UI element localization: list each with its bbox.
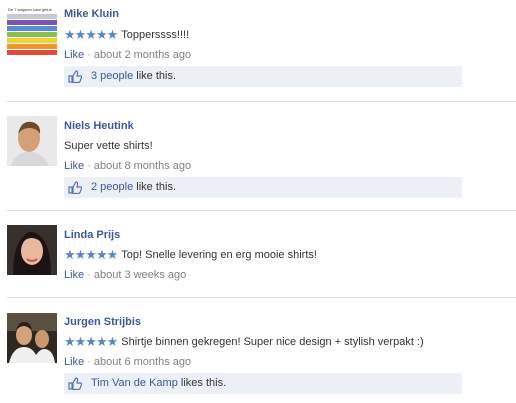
likes-suffix: likes this. [177, 377, 227, 389]
thumbs-up-icon [68, 70, 82, 83]
avatar[interactable] [7, 116, 57, 166]
comment-text: Top! Snelle levering en erg mooie shirts… [121, 249, 317, 261]
like-link[interactable]: Like [64, 356, 84, 368]
likers-link[interactable]: 2 people [91, 181, 133, 193]
timestamp: about 3 weeks ago [93, 269, 187, 281]
author-name[interactable]: Mike Kluin [64, 7, 119, 21]
timestamp: about 2 months ago [93, 49, 192, 61]
separator: · [87, 356, 91, 368]
author-name[interactable]: Jurgen Strijbis [64, 315, 141, 329]
author-name[interactable]: Niels Heutink [64, 119, 134, 133]
like-link[interactable]: Like [64, 269, 84, 281]
separator: · [87, 49, 91, 61]
avatar[interactable]: De 7 stappen naar geluk [7, 6, 57, 56]
comment-text: Shirtje binnen gekregen! Super nice desi… [121, 336, 424, 348]
avatar[interactable] [7, 225, 57, 275]
likes-bar: Tim Van de Kamp likes this. [64, 373, 462, 394]
avatar-caption: De 7 stappen naar geluk [8, 7, 52, 12]
likes-suffix: like this. [133, 70, 177, 82]
comment-text: Topperssss!!!! [121, 29, 190, 41]
comment-item: Jurgen Strijbis ★★★★★ Shirtje binnen gekr… [0, 298, 516, 403]
two-people-photo [7, 313, 57, 363]
avatar[interactable] [7, 313, 57, 363]
likes-bar: 2 people like this. [64, 177, 462, 198]
star-rating-icon: ★★★★★ [64, 27, 118, 42]
author-name[interactable]: Linda Prijs [64, 228, 120, 242]
separator: · [87, 269, 91, 281]
timestamp: about 6 months ago [93, 356, 192, 368]
like-link[interactable]: Like [64, 160, 84, 172]
likes-bar: 3 people like this. [64, 66, 462, 87]
man-portrait-photo [7, 116, 57, 166]
star-rating-icon: ★★★★★ [64, 247, 118, 262]
rainbow-chart-thumbnail: De 7 stappen naar geluk [7, 6, 57, 56]
like-link[interactable]: Like [64, 49, 84, 61]
star-rating-icon: ★★★★★ [64, 334, 118, 349]
comment-item: De 7 stappen naar geluk Mike Kluin ★★★★★… [0, 0, 516, 100]
likers-link[interactable]: 3 people [91, 70, 133, 82]
timestamp: about 8 months ago [93, 160, 192, 172]
separator: · [87, 160, 91, 172]
likers-link[interactable]: Tim Van de Kamp [91, 377, 178, 389]
comment-item: Linda Prijs ★★★★★ Top! Snelle levering en… [0, 211, 516, 296]
thumbs-up-icon [68, 377, 82, 390]
comment-text: Super vette shirts! [64, 140, 153, 152]
likes-suffix: like this. [133, 181, 177, 193]
thumbs-up-icon [68, 181, 82, 194]
comment-item: Niels Heutink Super vette shirts! Like · a… [0, 102, 516, 209]
woman-portrait-photo [7, 225, 57, 275]
